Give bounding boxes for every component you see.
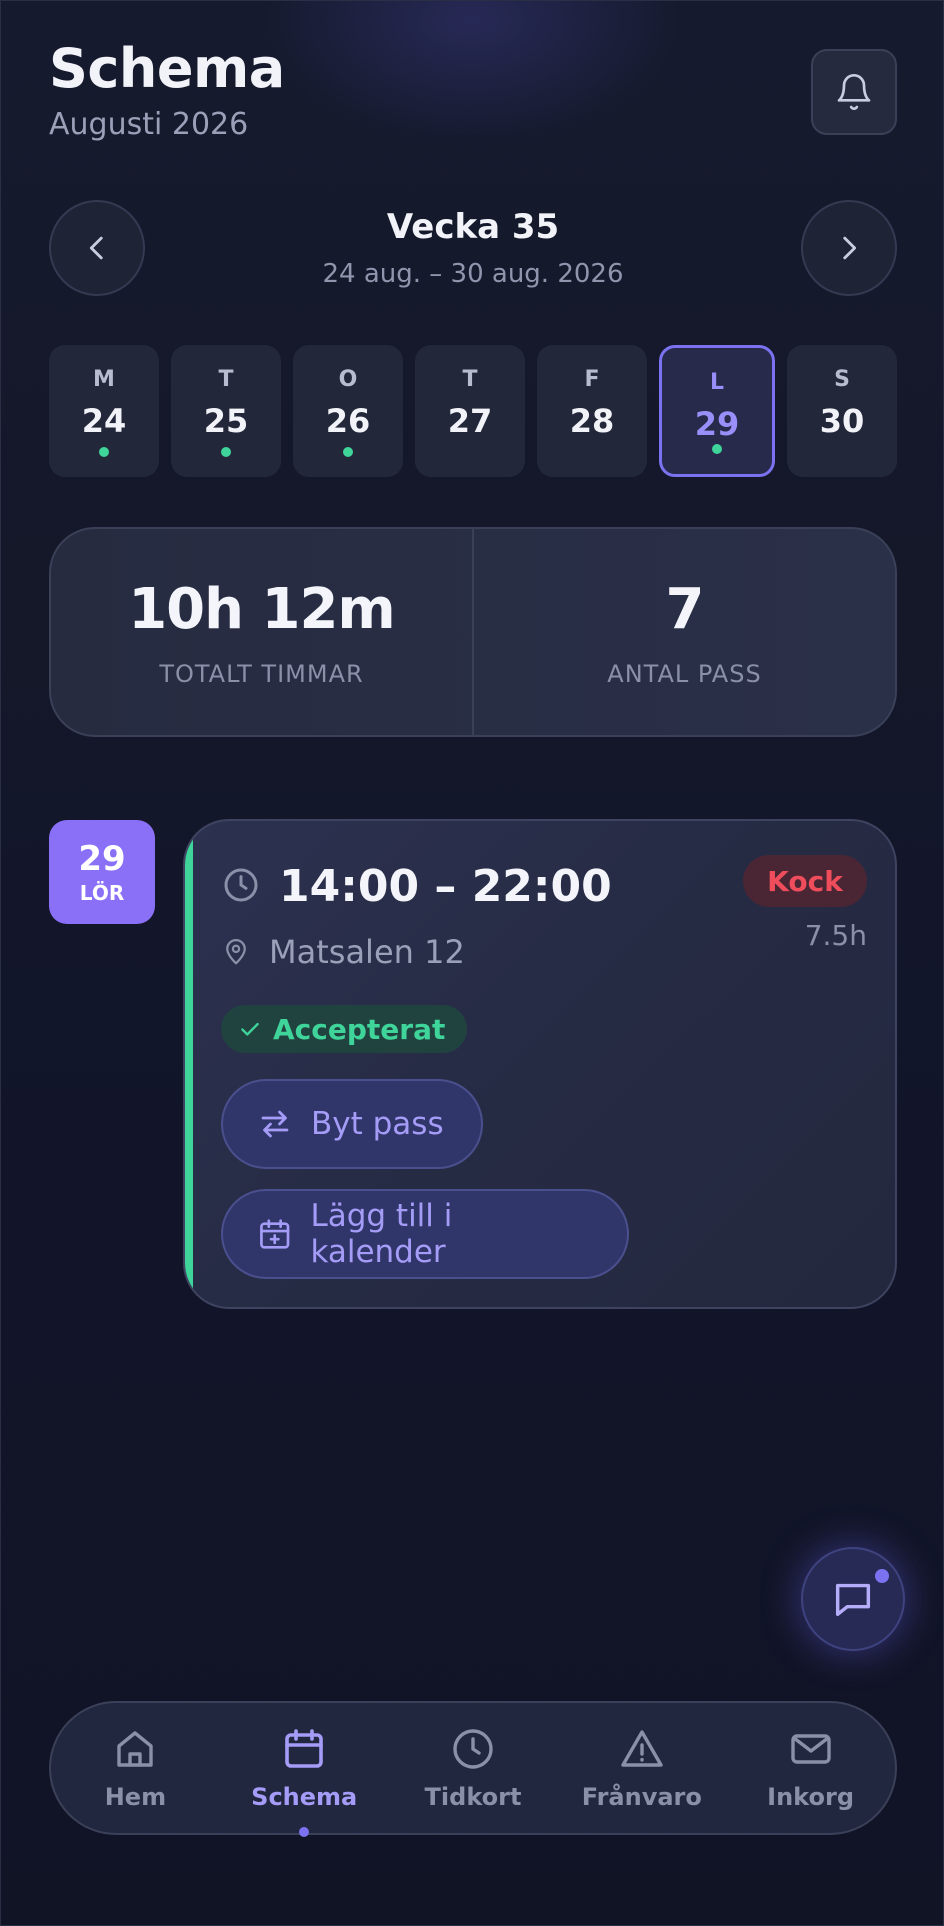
day-selector: M 24 T 25 O 26 T 27 F 28 L 29 S 30: [49, 345, 897, 477]
day-number: 26: [325, 402, 371, 440]
shift-date-number: 29: [78, 839, 126, 879]
week-stats-card: 10h 12m TOTALT TIMMAR 7 ANTAL PASS: [49, 527, 897, 737]
day-number: 24: [81, 402, 127, 440]
role-badge: Kock: [743, 855, 867, 907]
shift-indicator-dot: [712, 444, 722, 454]
location-pin-icon: [226, 939, 246, 965]
shift-date-weekday: LÖR: [79, 881, 125, 905]
page-title: Schema: [49, 37, 285, 100]
day-wednesday[interactable]: O 26: [293, 345, 403, 477]
day-saturday[interactable]: L 29: [659, 345, 775, 477]
day-tuesday[interactable]: T 25: [171, 345, 281, 477]
nav-item-schedule[interactable]: Schema: [220, 1725, 389, 1837]
unread-indicator-dot: [875, 1569, 889, 1583]
chat-bubble-icon: [835, 1583, 871, 1617]
chat-button[interactable]: [801, 1547, 905, 1651]
total-hours-value: 10h 12m: [128, 576, 396, 642]
total-hours-label: TOTALT TIMMAR: [159, 659, 364, 688]
clock-icon: [224, 868, 258, 902]
shift-count-value: 7: [665, 576, 705, 642]
page-subtitle: Augusti 2026: [49, 107, 249, 142]
add-to-calendar-label: Lägg till i kalender: [310, 1198, 453, 1270]
swap-shift-button[interactable]: Byt pass: [221, 1079, 483, 1169]
day-number: 30: [819, 402, 865, 440]
day-letter: M: [93, 367, 115, 392]
nav-item-timecard[interactable]: Tidkort: [389, 1725, 558, 1811]
day-letter: S: [834, 367, 850, 392]
day-letter: L: [709, 370, 725, 395]
shift-time: 14:00 – 22:00: [279, 861, 612, 912]
bell-icon: [837, 74, 871, 110]
nav-item-label: Hem: [104, 1783, 167, 1811]
nav-item-inbox[interactable]: Inkorg: [726, 1725, 895, 1811]
day-sunday[interactable]: S 30: [787, 345, 897, 477]
calendar-icon: [285, 1729, 323, 1768]
shift-duration: 7.5h: [804, 919, 867, 952]
clock-icon: [453, 1729, 493, 1769]
day-friday[interactable]: F 28: [537, 345, 647, 477]
swap-arrows-icon: [261, 1110, 289, 1138]
shift-indicator-dot: [221, 447, 231, 457]
day-number: 28: [569, 402, 615, 440]
day-number: 27: [447, 402, 493, 440]
shift-location: Matsalen 12: [269, 933, 465, 971]
shift-status-accent: [185, 821, 193, 1307]
week-range: 24 aug. – 30 aug. 2026: [322, 259, 624, 289]
next-week-button[interactable]: [801, 200, 897, 296]
day-letter: O: [338, 367, 358, 392]
day-letter: T: [462, 367, 478, 392]
calendar-plus-icon: [260, 1219, 290, 1249]
chevron-right-icon: [843, 236, 857, 260]
active-indicator-dot: [299, 1827, 310, 1837]
day-thursday[interactable]: T 27: [415, 345, 525, 477]
nav-item-label: Inkorg: [767, 1783, 854, 1811]
nav-item-label: Schema: [251, 1783, 358, 1811]
warning-icon: [621, 1730, 663, 1767]
shift-count-label: ANTAL PASS: [607, 659, 762, 688]
mail-icon: [790, 1734, 831, 1764]
notifications-button[interactable]: [811, 49, 897, 135]
status-label: Accepterat: [273, 1012, 446, 1046]
day-number: 29: [694, 405, 740, 443]
shift-indicator-dot: [343, 447, 353, 457]
status-badge: Accepterat: [221, 1005, 468, 1053]
nav-item-label: Frånvaro: [581, 1783, 702, 1811]
total-hours-stat: 10h 12m TOTALT TIMMAR: [51, 529, 472, 735]
nav-item-home[interactable]: Hem: [51, 1725, 220, 1811]
day-number: 25: [203, 402, 249, 440]
day-monday[interactable]: M 24: [49, 345, 159, 477]
swap-shift-label: Byt pass: [311, 1106, 444, 1142]
nav-item-absence[interactable]: Frånvaro: [557, 1725, 726, 1811]
check-icon: [241, 1022, 259, 1036]
day-letter: F: [584, 367, 600, 392]
bottom-navigation: Hem Schema Tidkort Frånvaro Inkorg: [49, 1701, 897, 1837]
shift-card[interactable]: 14:00 – 22:00 Kock 7.5h Matsalen 12 Acce…: [183, 819, 897, 1309]
nav-item-label: Tidkort: [424, 1783, 522, 1811]
shift-indicator-dot: [99, 447, 109, 457]
shift-count-stat: 7 ANTAL PASS: [472, 529, 895, 735]
day-letter: T: [218, 367, 234, 392]
home-icon: [117, 1731, 154, 1767]
schedule-screen: Schema Augusti 2026 Vecka 35 24 aug. – 3…: [0, 0, 944, 1926]
add-to-calendar-button[interactable]: Lägg till i kalender: [221, 1189, 629, 1279]
shift-date-badge: 29 LÖR: [49, 820, 155, 924]
